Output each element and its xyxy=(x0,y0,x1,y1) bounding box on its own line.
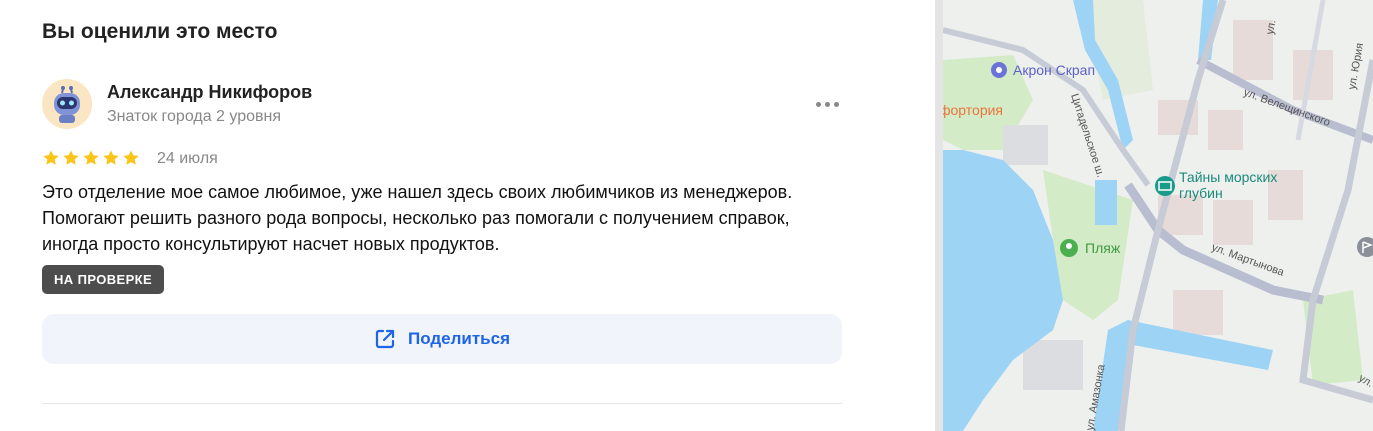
author-name[interactable]: Александр Никифоров xyxy=(107,82,312,103)
more-dots-icon xyxy=(815,101,821,107)
star-icon xyxy=(43,150,59,165)
map-view[interactable]: Акрон Скрап фортория Цитадельское ш. ул.… xyxy=(943,0,1373,431)
divider xyxy=(42,403,842,404)
star-icon xyxy=(123,150,139,165)
star-icon xyxy=(83,150,99,165)
share-button[interactable]: Поделиться xyxy=(42,314,842,364)
star-rating xyxy=(42,149,140,167)
section-title: Вы оценили это место xyxy=(42,20,278,43)
share-label: Поделиться xyxy=(407,329,511,348)
map-label-tainy-1[interactable]: Тайны морских xyxy=(1179,169,1277,185)
more-dot xyxy=(824,101,830,107)
museum-icon[interactable] xyxy=(1155,176,1175,196)
building xyxy=(1023,340,1083,390)
author-level: Знаток города 2 уровня xyxy=(107,108,282,125)
review-text: Это отделение мое самое любимое, уже наш… xyxy=(42,182,793,254)
review-panel: Вы оценили это место Александр Никифоров… xyxy=(0,0,935,431)
map-canvas[interactable]: Акрон Скрап фортория Цитадельское ш. ул.… xyxy=(943,0,1373,431)
status-badge: НА ПРОВЕРКЕ xyxy=(42,265,165,294)
share-icon xyxy=(375,329,395,349)
star-icon xyxy=(103,150,119,165)
star-icon xyxy=(63,150,79,165)
more-options-button[interactable] xyxy=(810,92,844,116)
map-label-tainy-2[interactable]: глубин xyxy=(1179,185,1223,201)
building xyxy=(1208,110,1243,150)
author-avatar[interactable] xyxy=(42,79,92,129)
map-label-akron[interactable]: Акрон Скрап xyxy=(1013,62,1095,78)
map-label-plyazh[interactable]: Пляж xyxy=(1085,240,1121,256)
more-dot xyxy=(833,101,839,107)
map-label-fortoria[interactable]: фортория xyxy=(943,102,1003,118)
map-label-ul-top: ул. xyxy=(1264,19,1278,36)
building xyxy=(1213,200,1253,245)
building xyxy=(1173,290,1223,335)
building xyxy=(1003,125,1048,165)
pond xyxy=(1095,180,1117,225)
panel-scroll-edge xyxy=(935,0,943,431)
robot-avatar-icon xyxy=(42,79,92,129)
review-date: 24 июля xyxy=(157,150,218,167)
